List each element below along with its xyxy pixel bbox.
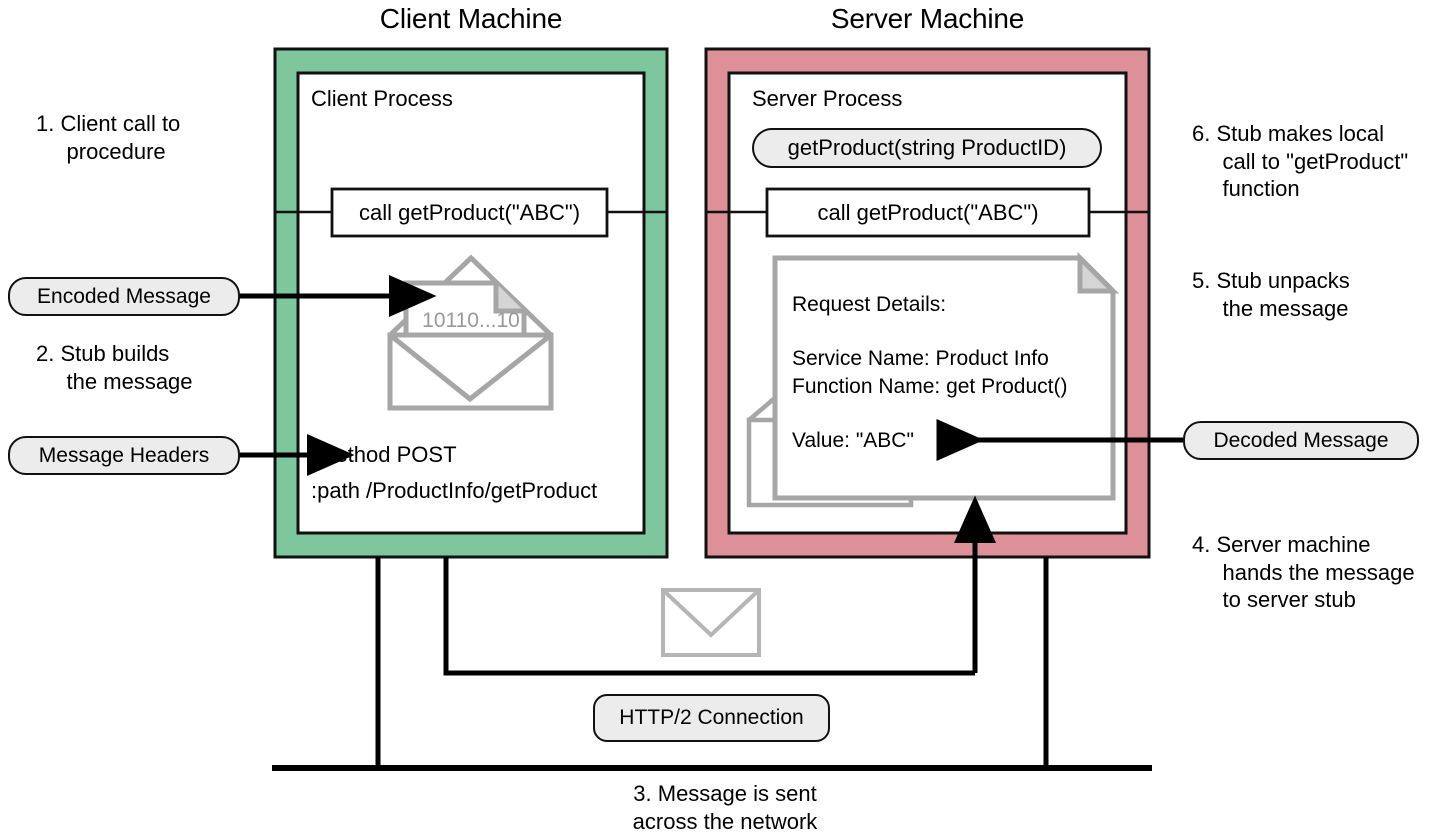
client-machine-title: Client Machine bbox=[379, 3, 563, 34]
client-header-method: :method POST bbox=[311, 442, 457, 467]
encoded-message-pill: Encoded Message bbox=[8, 277, 240, 316]
server-function-signature-label: getProduct(string ProductID) bbox=[787, 135, 1067, 160]
step-5-note: 5. Stub unpacks the message bbox=[1192, 268, 1350, 321]
step-3-note: 3. Message is sent across the network bbox=[632, 781, 818, 834]
step-2-note: 2. Stub builds the message bbox=[36, 341, 193, 394]
step-4-note: 4. Server machine hands the message to s… bbox=[1192, 532, 1415, 613]
step-6-note: 6. Stub makes local call to "getProduct"… bbox=[1192, 121, 1409, 202]
client-process-title: Client Process bbox=[311, 86, 453, 111]
server-function-signature-pill: getProduct(string ProductID) bbox=[752, 128, 1102, 168]
server-call-label: call getProduct("ABC") bbox=[817, 200, 1039, 225]
decoded-message-label: Decoded Message bbox=[1213, 428, 1389, 452]
decoded-message-pill: Decoded Message bbox=[1183, 421, 1419, 460]
message-headers-label: Message Headers bbox=[38, 443, 210, 467]
rpc-flow-diagram: 10110...10 Client Machine Server Machine… bbox=[0, 0, 1431, 836]
envelope-binary-text: 10110...10 bbox=[422, 309, 520, 332]
http2-connection-pill: HTTP/2 Connection bbox=[593, 694, 830, 742]
server-machine-title: Server Machine bbox=[830, 3, 1025, 34]
request-value: Value: "ABC" bbox=[792, 429, 914, 452]
network-envelope-icon bbox=[661, 588, 761, 657]
client-header-path: :path /ProductInfo/getProduct bbox=[311, 478, 598, 503]
request-function-name: Function Name: get Product() bbox=[792, 375, 1068, 398]
request-details-heading: Request Details: bbox=[792, 293, 947, 316]
client-call-label: call getProduct("ABC") bbox=[358, 200, 581, 225]
message-headers-pill: Message Headers bbox=[8, 436, 240, 475]
encoded-message-label: Encoded Message bbox=[37, 284, 211, 308]
server-process-title: Server Process bbox=[752, 86, 903, 111]
step-1-note: 1. Client call to procedure bbox=[36, 111, 181, 164]
request-service-name: Service Name: Product Info bbox=[792, 347, 1049, 370]
http2-connection-label: HTTP/2 Connection bbox=[619, 706, 804, 729]
